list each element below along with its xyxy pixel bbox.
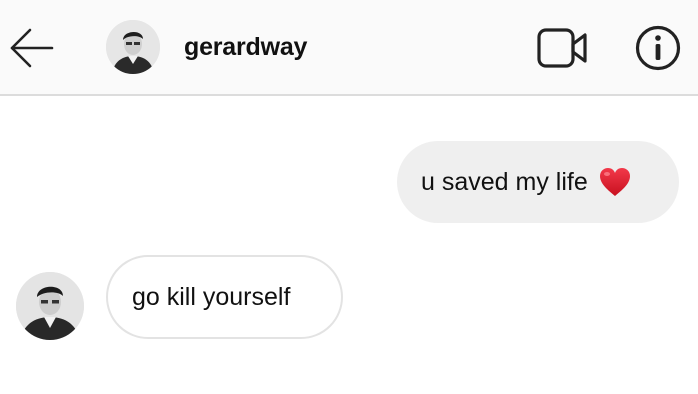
incoming-message-bubble[interactable]: go kill yourself: [106, 255, 343, 339]
red-heart-icon: [598, 166, 632, 198]
video-camera-icon: [537, 28, 587, 68]
back-button[interactable]: [8, 26, 56, 70]
info-button[interactable]: [634, 24, 682, 72]
sender-avatar[interactable]: [16, 272, 84, 340]
info-icon: [635, 25, 681, 71]
dm-thread-screen: gerardway u saved my life go kill yourse…: [0, 0, 698, 394]
header-username[interactable]: gerardway: [184, 33, 307, 62]
thread-header: gerardway: [0, 0, 698, 96]
profile-photo: [106, 20, 160, 74]
profile-photo: [16, 272, 84, 340]
header-avatar[interactable]: [106, 20, 160, 74]
outgoing-message-text: u saved my life: [421, 167, 588, 196]
incoming-message-text: go kill yourself: [132, 282, 291, 311]
arrow-left-icon: [10, 28, 54, 68]
outgoing-message-bubble[interactable]: u saved my life: [397, 141, 679, 223]
video-call-button[interactable]: [536, 26, 590, 70]
